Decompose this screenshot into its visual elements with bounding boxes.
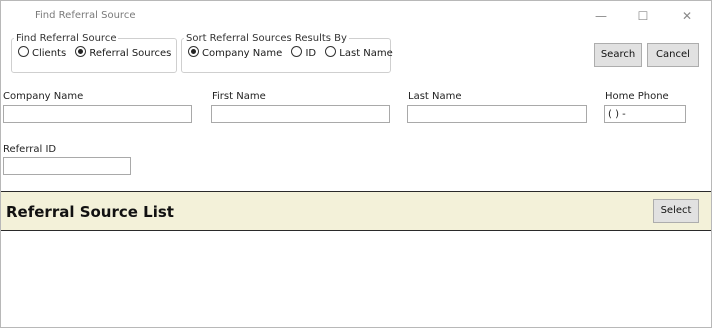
radio-company-name[interactable]: Company Name: [188, 46, 283, 59]
radio-clients[interactable]: Clients: [18, 46, 67, 59]
referral-id-label: Referral ID: [3, 144, 57, 155]
radio-last-name-indicator[interactable]: [325, 46, 337, 57]
find-referral-source-window: Find Referral Source — ☐ ✕ Find Referral…: [0, 0, 712, 328]
find-group-legend: Find Referral Source: [16, 33, 117, 44]
first-name-label: First Name: [212, 91, 266, 102]
home-phone-label: Home Phone: [605, 91, 669, 102]
radio-id-indicator[interactable]: [291, 46, 303, 57]
title-bar: Find Referral Source — ☐ ✕: [1, 1, 711, 31]
radio-company-name-label: Company Name: [202, 48, 283, 59]
close-icon[interactable]: ✕: [675, 6, 699, 26]
last-name-input[interactable]: [407, 105, 587, 123]
cancel-button[interactable]: Cancel: [647, 43, 699, 67]
sort-options: Company Name ID Last Name: [188, 46, 399, 59]
radio-referral-sources-label: Referral Sources: [89, 48, 172, 59]
radio-last-name-label: Last Name: [339, 48, 393, 59]
radio-company-name-indicator[interactable]: [188, 46, 199, 57]
radio-referral-sources[interactable]: Referral Sources: [75, 46, 172, 59]
radio-id[interactable]: ID: [291, 46, 317, 59]
home-phone-input[interactable]: ( ) -: [604, 105, 686, 123]
radio-last-name[interactable]: Last Name: [325, 46, 393, 59]
referral-id-input[interactable]: [3, 157, 131, 175]
radio-referral-sources-indicator[interactable]: [75, 46, 87, 57]
first-name-input[interactable]: [211, 105, 390, 123]
radio-clients-indicator[interactable]: [18, 46, 29, 57]
company-name-input[interactable]: [3, 105, 192, 123]
maximize-icon[interactable]: ☐: [631, 6, 655, 26]
search-button[interactable]: Search: [594, 43, 642, 67]
sort-results-group: Sort Referral Sources Results By Company…: [181, 33, 393, 73]
find-referral-source-group: Find Referral Source Clients Referral So…: [11, 33, 177, 73]
list-title: Referral Source List: [6, 203, 174, 221]
company-name-label: Company Name: [3, 91, 84, 102]
minimize-icon[interactable]: —: [589, 6, 613, 26]
last-name-label: Last Name: [408, 91, 462, 102]
radio-clients-label: Clients: [32, 48, 67, 59]
referral-source-list-header: Referral Source List Select: [1, 191, 711, 231]
select-button[interactable]: Select: [653, 199, 699, 223]
window-title: Find Referral Source: [35, 10, 136, 21]
sort-group-legend: Sort Referral Sources Results By: [186, 33, 347, 44]
radio-id-label: ID: [305, 48, 317, 59]
referral-source-list[interactable]: [1, 231, 711, 327]
find-options: Clients Referral Sources: [18, 46, 177, 59]
